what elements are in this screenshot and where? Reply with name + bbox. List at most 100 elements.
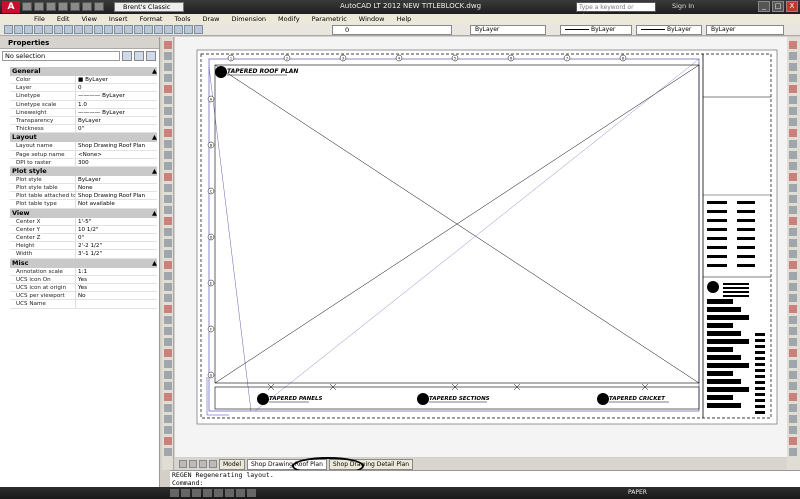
paper-space-toggle[interactable]: PAPER <box>628 489 647 496</box>
menu-edit[interactable]: Edit <box>51 14 76 24</box>
property-row[interactable]: UCS icon On Yes <box>10 275 157 284</box>
collapse-arrow-icon[interactable]: ▲ <box>152 209 157 218</box>
tool-icon[interactable] <box>164 382 172 390</box>
property-row[interactable]: Linetype scale 1.0 <box>10 100 157 109</box>
menu-help[interactable]: Help <box>390 14 417 24</box>
tool-icon[interactable] <box>789 250 797 258</box>
tool-icon[interactable] <box>164 305 172 313</box>
tool-icon[interactable] <box>789 371 797 379</box>
undo-icon[interactable] <box>82 2 92 11</box>
tool-icon[interactable] <box>164 415 172 423</box>
tool-icon[interactable] <box>164 228 172 236</box>
tool-icon[interactable] <box>789 272 797 280</box>
dyn-icon[interactable] <box>236 489 245 497</box>
tool-icon[interactable] <box>789 448 797 456</box>
saveas-icon[interactable] <box>58 2 68 11</box>
undo-icon[interactable] <box>94 25 103 34</box>
selection-dropdown[interactable]: No selection <box>2 51 120 61</box>
snap-icon[interactable] <box>170 489 179 497</box>
modify-toolbar[interactable] <box>787 37 800 470</box>
tool-icon[interactable] <box>789 195 797 203</box>
save-icon[interactable] <box>46 2 56 11</box>
property-row[interactable]: Plot style ByLayer <box>10 175 157 185</box>
lineweight-toggle-icon[interactable] <box>247 489 256 497</box>
select-objects-icon[interactable] <box>134 51 144 61</box>
plotstyle-dropdown[interactable]: ByLayer <box>706 25 784 35</box>
tool-icon[interactable] <box>789 294 797 302</box>
tool-icon[interactable] <box>164 272 172 280</box>
property-value[interactable]: ByLayer <box>76 176 157 183</box>
property-value[interactable]: 2'-2 1/2" <box>76 242 157 249</box>
prev-tab-arrow-icon[interactable] <box>189 460 197 468</box>
tool-icon[interactable] <box>789 85 797 93</box>
pan-icon[interactable] <box>114 25 123 34</box>
signin-link[interactable]: Sign In <box>672 2 694 10</box>
property-row[interactable]: Plot style table None <box>10 184 157 193</box>
tool-icon[interactable] <box>164 162 172 170</box>
tool-icon[interactable] <box>789 140 797 148</box>
property-value[interactable]: Shop Drawing Roof Plan <box>76 142 157 149</box>
tool-icon[interactable] <box>789 239 797 247</box>
menu-view[interactable]: View <box>75 14 102 24</box>
match-properties-icon[interactable] <box>84 25 93 34</box>
property-value[interactable]: 1:1 <box>76 268 157 275</box>
draw-toolbar-icons[interactable] <box>162 37 174 470</box>
tool-palettes-icon[interactable] <box>174 25 183 34</box>
property-row[interactable]: Layout name Shop Drawing Roof Plan <box>10 142 157 151</box>
tool-icon[interactable] <box>164 173 172 181</box>
property-value[interactable]: Not available <box>76 200 157 207</box>
tool-icon[interactable] <box>789 404 797 412</box>
property-row[interactable]: Height 2'-2 1/2" <box>10 242 157 251</box>
property-row[interactable]: Width 3'-1 1/2" <box>10 250 157 259</box>
menu-window[interactable]: Window <box>353 14 391 24</box>
redo-icon[interactable] <box>104 25 113 34</box>
zoom-icon[interactable] <box>124 25 133 34</box>
open-icon[interactable] <box>14 25 23 34</box>
tool-icon[interactable] <box>789 426 797 434</box>
property-value[interactable]: ■ ByLayer <box>76 76 157 83</box>
plot-icon[interactable] <box>70 2 80 11</box>
tool-icon[interactable] <box>164 316 172 324</box>
tool-icon[interactable] <box>789 217 797 225</box>
drawing-canvas[interactable]: 12345678ABCDEFG TAPERED ROOF PLAN TAPERE… <box>175 37 787 457</box>
tool-icon[interactable] <box>789 437 797 445</box>
plot-icon[interactable] <box>34 25 43 34</box>
property-value[interactable]: <None> <box>76 151 157 158</box>
layer-state-icon[interactable] <box>194 25 203 34</box>
new-icon[interactable] <box>22 2 32 11</box>
property-value[interactable] <box>76 300 157 307</box>
tool-icon[interactable] <box>789 316 797 324</box>
layer-dropdown[interactable]: 0 <box>332 25 452 35</box>
ortho-icon[interactable] <box>192 489 201 497</box>
workspace-dropdown[interactable]: Brent's Classic <box>114 2 184 12</box>
menu-dimension[interactable]: Dimension <box>225 14 272 24</box>
tool-icon[interactable] <box>164 41 172 49</box>
tool-icon[interactable] <box>789 52 797 60</box>
tool-icon[interactable] <box>164 338 172 346</box>
collapse-arrow-icon[interactable]: ▲ <box>152 67 157 76</box>
tool-icon[interactable] <box>789 118 797 126</box>
polar-icon[interactable] <box>203 489 212 497</box>
tool-icon[interactable] <box>164 404 172 412</box>
tool-icon[interactable] <box>164 393 172 401</box>
tool-icon[interactable] <box>789 228 797 236</box>
property-row[interactable]: Lineweight ———— ByLayer <box>10 108 157 117</box>
tool-icon[interactable] <box>164 250 172 258</box>
property-row[interactable]: DPI to raster 300 <box>10 158 157 167</box>
tool-icon[interactable] <box>164 327 172 335</box>
copy-icon[interactable] <box>64 25 73 34</box>
maximize-button[interactable]: □ <box>772 1 784 12</box>
property-group-plot-style[interactable]: Plot style ▲ <box>10 166 157 176</box>
next-tab-arrow-icon[interactable] <box>199 460 207 468</box>
tool-icon[interactable] <box>164 283 172 291</box>
zoom-window-icon[interactable] <box>134 25 143 34</box>
collapse-arrow-icon[interactable]: ▲ <box>152 259 157 268</box>
property-value[interactable]: No <box>76 292 157 299</box>
tool-icon[interactable] <box>164 184 172 192</box>
tab-model[interactable]: Model <box>219 458 246 470</box>
tool-icon[interactable] <box>789 206 797 214</box>
property-row[interactable]: Color ■ ByLayer <box>10 76 157 85</box>
property-value[interactable]: 0" <box>76 125 157 132</box>
tool-icon[interactable] <box>164 349 172 357</box>
tool-icon[interactable] <box>164 239 172 247</box>
